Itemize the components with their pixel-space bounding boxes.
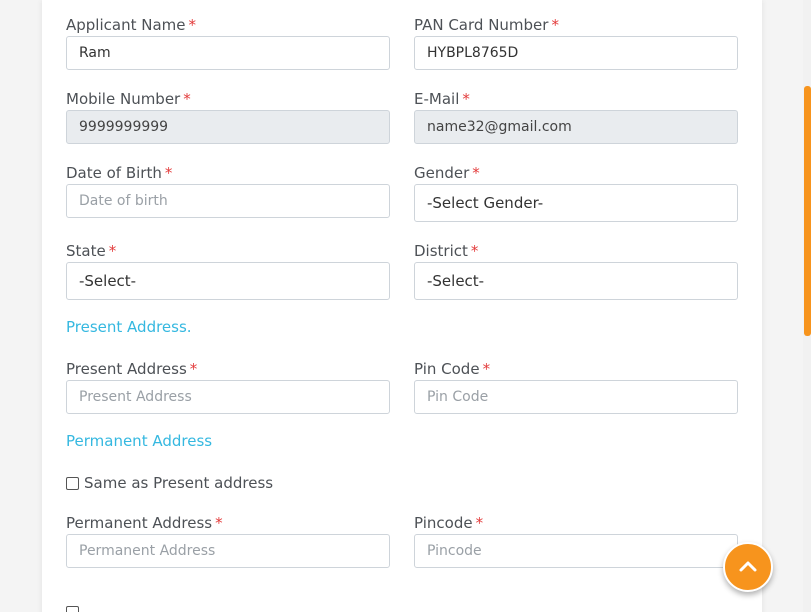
dob-field: Date of Birth * [66, 162, 390, 218]
scrollbar-thumb[interactable] [804, 86, 811, 336]
pincode-input[interactable] [414, 534, 738, 568]
scroll-to-top-button[interactable] [723, 542, 773, 592]
district-label: District * [414, 242, 479, 260]
mobile-number-field: Mobile Number * [66, 88, 390, 144]
applicant-name-label: Applicant Name * [66, 16, 196, 34]
same-as-present-row: Same as Present address [66, 474, 273, 492]
pin-code-label: Pin Code * [414, 360, 491, 378]
permanent-address-label: Permanent Address * [66, 514, 223, 532]
pincode-field: Pincode * [414, 512, 738, 568]
applicant-name-input[interactable] [66, 36, 390, 70]
present-address-label: Present Address * [66, 360, 198, 378]
mobile-number-label: Mobile Number * [66, 90, 191, 108]
district-field: District * -Select- [414, 240, 738, 300]
present-address-section-title: Present Address. [66, 318, 192, 336]
dob-input[interactable] [66, 184, 390, 218]
pin-code-input[interactable] [414, 380, 738, 414]
dob-label: Date of Birth * [66, 164, 173, 182]
state-label: State * [66, 242, 117, 260]
same-as-present-checkbox[interactable] [66, 476, 79, 490]
pin-code-field: Pin Code * [414, 358, 738, 414]
partial-checkbox[interactable] [66, 606, 79, 612]
applicant-name-field: Applicant Name * [66, 14, 390, 70]
same-as-present-label[interactable]: Same as Present address [84, 474, 273, 492]
permanent-address-section-title: Permanent Address [66, 432, 213, 450]
pincode-label: Pincode * [414, 514, 484, 532]
email-field: E-Mail * [414, 88, 738, 144]
gender-label: Gender * [414, 164, 480, 182]
gender-select[interactable]: -Select Gender- [414, 184, 738, 222]
pan-number-label: PAN Card Number * [414, 16, 559, 34]
email-label: E-Mail * [414, 90, 470, 108]
present-address-field: Present Address * [66, 358, 390, 414]
district-select[interactable]: -Select- [414, 262, 738, 300]
pan-number-field: PAN Card Number * [414, 14, 738, 70]
gender-field: Gender * -Select Gender- [414, 162, 738, 222]
permanent-address-field: Permanent Address * [66, 512, 390, 568]
application-form-card: Applicant Name* PAN Card Number* Mobile … [42, 0, 762, 612]
mobile-number-input [66, 110, 390, 144]
state-select[interactable]: -Select- [66, 262, 390, 300]
state-field: State * -Select- [66, 240, 390, 300]
permanent-address-input[interactable] [66, 534, 390, 568]
pan-number-input[interactable] [414, 36, 738, 70]
present-address-input[interactable] [66, 380, 390, 414]
email-input [414, 110, 738, 144]
chevron-up-icon [739, 561, 757, 572]
page-scrollbar[interactable] [803, 0, 811, 612]
